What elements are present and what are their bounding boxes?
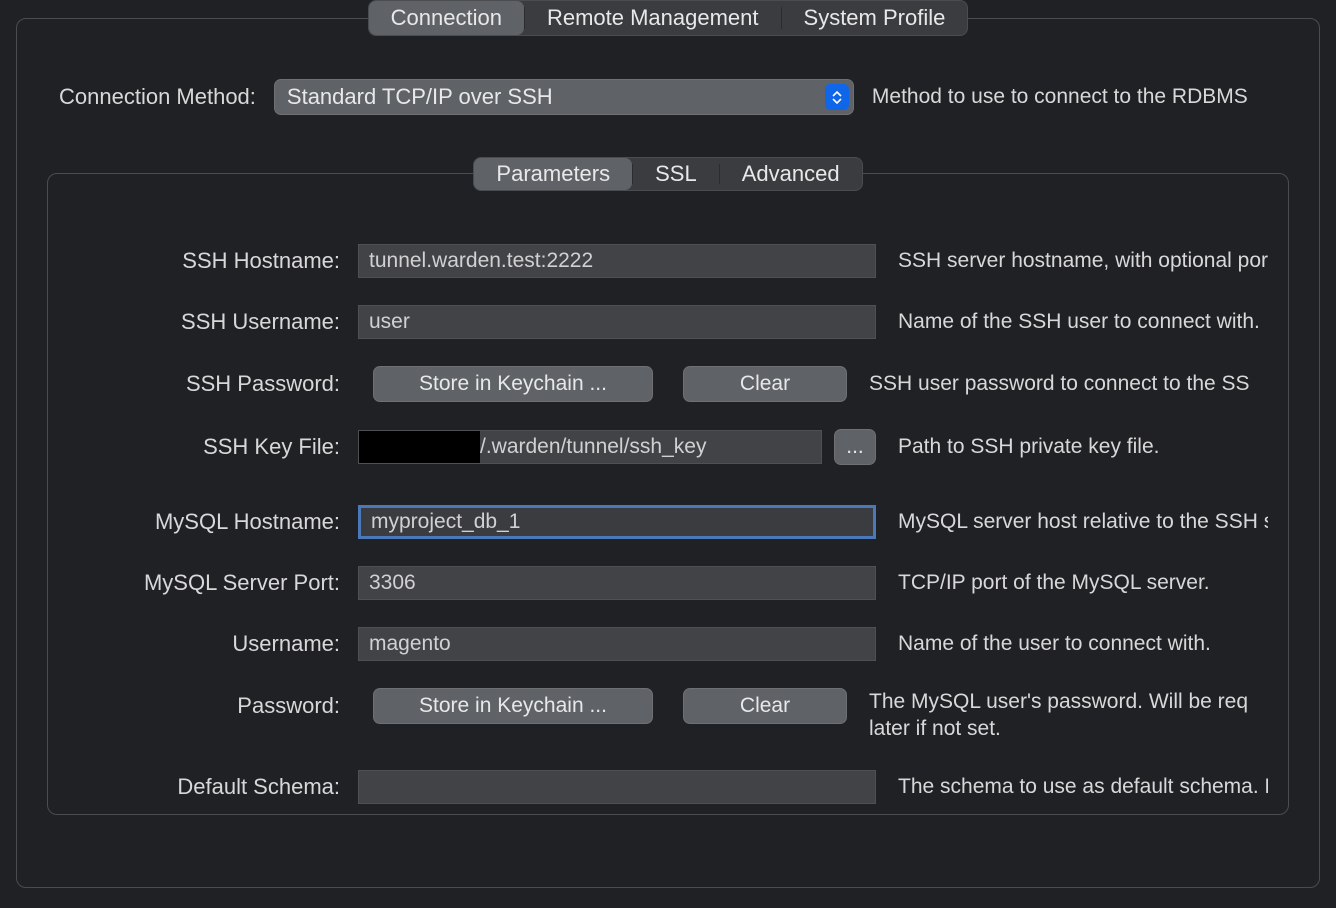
password-label: Password: [68,688,358,719]
password-hint: The MySQL user's password. Will be req l… [869,688,1268,743]
ssh-password-label: SSH Password: [68,371,358,397]
connection-method-value: Standard TCP/IP over SSH [287,84,553,110]
username-hint: Name of the user to connect with. [898,632,1268,656]
connection-panel: Connection Method: Standard TCP/IP over … [16,18,1320,888]
tab-ssl[interactable]: SSL [633,158,719,190]
mysql-port-label: MySQL Server Port: [68,570,358,596]
mysql-hostname-hint: MySQL server host relative to the SSH s [898,510,1268,534]
ssh-keyfile-input[interactable]: /.warden/tunnel/ssh_key [480,430,822,464]
password-clear-button[interactable]: Clear [683,688,847,724]
tab-parameters[interactable]: Parameters [474,158,632,190]
inner-tabs: Parameters SSL Advanced [47,157,1289,191]
default-schema-label: Default Schema: [68,774,358,800]
select-stepper-icon[interactable] [825,84,849,110]
ssh-username-label: SSH Username: [68,309,358,335]
ssh-keyfile-label: SSH Key File: [68,434,358,460]
password-store-button[interactable]: Store in Keychain ... [373,688,653,724]
username-input[interactable] [358,627,876,661]
mysql-hostname-input[interactable] [358,505,876,539]
ssh-keyfile-browse-button[interactable]: ... [834,429,876,465]
parameters-panel: SSH Hostname: SSH server hostname, with … [47,173,1289,815]
tab-advanced[interactable]: Advanced [720,158,862,190]
mysql-hostname-label: MySQL Hostname: [68,509,358,535]
mysql-port-input[interactable] [358,566,876,600]
ssh-username-input[interactable] [358,305,876,339]
ssh-hostname-input[interactable] [358,244,876,278]
username-label: Username: [68,631,358,657]
tab-connection[interactable]: Connection [369,1,524,35]
tab-system-profile[interactable]: System Profile [782,1,968,35]
ssh-username-hint: Name of the SSH user to connect with. [898,310,1268,334]
ssh-keyfile-hint: Path to SSH private key file. [898,435,1268,459]
tab-remote-management[interactable]: Remote Management [525,1,781,35]
ssh-hostname-hint: SSH server hostname, with optional por [898,249,1268,273]
default-schema-input[interactable] [358,770,876,804]
default-schema-hint: The schema to use as default schema. L [898,775,1268,799]
ssh-keyfile-redacted [358,430,480,464]
ssh-password-clear-button[interactable]: Clear [683,366,847,402]
connection-method-label: Connection Method: [59,84,256,110]
ssh-hostname-label: SSH Hostname: [68,248,358,274]
connection-method-select[interactable]: Standard TCP/IP over SSH [274,79,854,115]
mysql-port-hint: TCP/IP port of the MySQL server. [898,571,1268,595]
ssh-password-store-button[interactable]: Store in Keychain ... [373,366,653,402]
ssh-password-hint: SSH user password to connect to the SS [869,372,1268,396]
connection-method-hint: Method to use to connect to the RDBMS [872,85,1248,109]
